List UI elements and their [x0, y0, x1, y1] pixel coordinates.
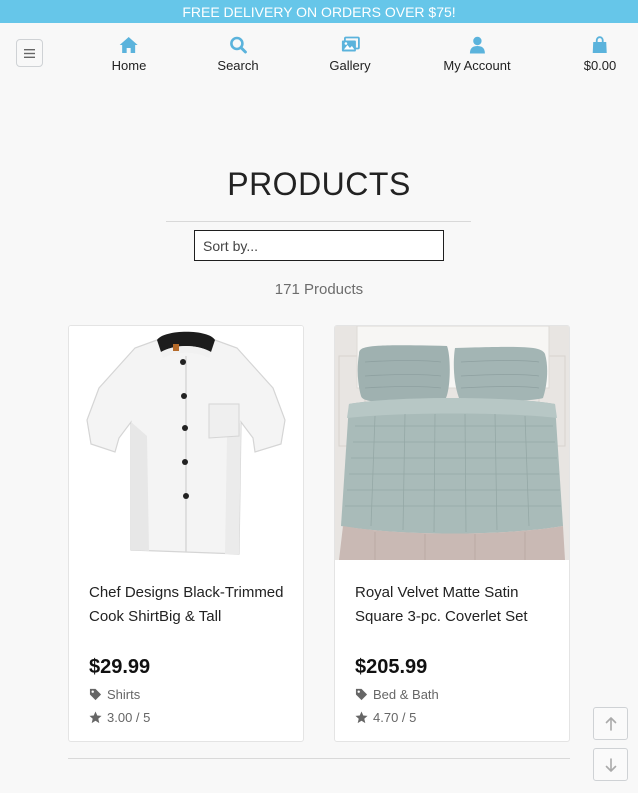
- page-title: PRODUCTS: [227, 166, 411, 202]
- product-category-label: Bed & Bath: [373, 687, 439, 702]
- nav-search-label: Search: [217, 58, 259, 73]
- user-icon: [469, 36, 485, 54]
- promo-banner-text: FREE DELIVERY ON ORDERS OVER $75!: [182, 3, 456, 20]
- home-icon: [120, 37, 138, 53]
- product-name[interactable]: Royal Velvet Matte Satin Square 3-pc. Co…: [355, 581, 550, 629]
- nav-home-label: Home: [111, 58, 147, 73]
- star-icon: [89, 711, 102, 724]
- hamburger-icon: [24, 48, 35, 58]
- nav-account[interactable]: My Account: [443, 36, 511, 73]
- product-price: $205.99: [355, 656, 428, 678]
- product-card[interactable]: Chef Designs Black-Trimmed Cook ShirtBig…: [68, 325, 304, 742]
- nav-cart[interactable]: $0.00: [583, 36, 617, 73]
- product-image-chef-shirt[interactable]: [69, 326, 303, 560]
- product-rating-value: 3.00 / 5: [107, 710, 151, 725]
- scroll-up-button[interactable]: [593, 707, 628, 740]
- tag-icon: [89, 688, 102, 701]
- gallery-icon: [341, 36, 360, 52]
- product-rating: 3.00 / 5: [89, 710, 150, 725]
- star-icon: [355, 711, 368, 724]
- product-category[interactable]: Bed & Bath: [355, 687, 439, 702]
- bag-icon: [592, 36, 607, 53]
- product-image-coverlet[interactable]: [335, 326, 569, 560]
- list-divider: [68, 758, 570, 759]
- sort-select[interactable]: Sort by...: [194, 230, 444, 261]
- product-price: $29.99: [89, 656, 151, 678]
- product-count: 171 Products: [274, 281, 364, 298]
- nav-home[interactable]: Home: [111, 36, 147, 73]
- scroll-down-button[interactable]: [593, 748, 628, 781]
- product-category-label: Shirts: [107, 687, 141, 702]
- product-card[interactable]: Royal Velvet Matte Satin Square 3-pc. Co…: [334, 325, 570, 742]
- arrow-up-icon: [605, 716, 616, 731]
- product-rating: 4.70 / 5: [355, 710, 416, 725]
- product-category[interactable]: Shirts: [89, 687, 140, 702]
- nav-account-label: My Account: [443, 58, 511, 73]
- arrow-down-icon: [605, 757, 616, 772]
- promo-banner: FREE DELIVERY ON ORDERS OVER $75!: [0, 0, 638, 23]
- menu-toggle-button[interactable]: [16, 39, 43, 67]
- tag-icon: [355, 688, 368, 701]
- nav-search[interactable]: Search: [217, 36, 259, 73]
- product-rating-value: 4.70 / 5: [373, 710, 417, 725]
- nav-cart-total: $0.00: [583, 58, 617, 73]
- nav-gallery[interactable]: Gallery: [329, 36, 371, 73]
- nav-gallery-label: Gallery: [329, 58, 371, 73]
- sort-select-placeholder: Sort by...: [203, 237, 258, 254]
- search-icon: [229, 36, 247, 54]
- product-name[interactable]: Chef Designs Black-Trimmed Cook ShirtBig…: [89, 581, 284, 629]
- title-divider: [166, 221, 471, 222]
